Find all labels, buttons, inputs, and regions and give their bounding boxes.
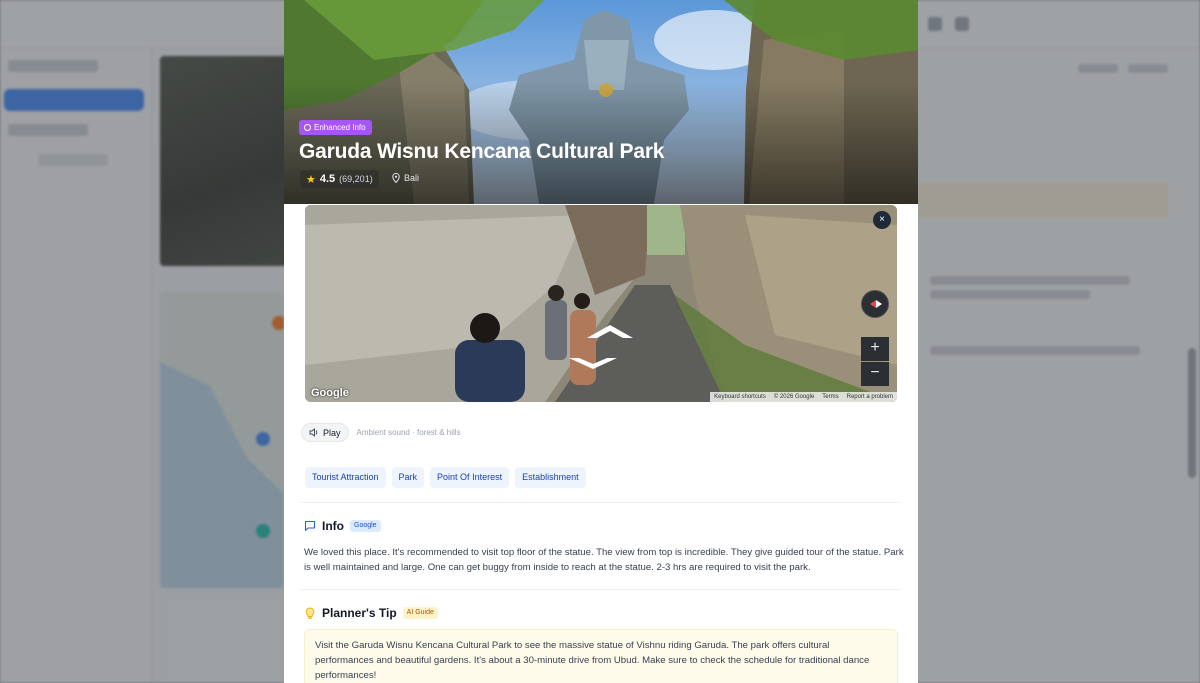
- street-view-panel[interactable]: × + − Google Keyboard shortcuts © 2026 G…: [305, 205, 897, 402]
- tip-box: Visit the Garuda Wisnu Kencana Cultural …: [304, 629, 898, 683]
- hero-gradient: [284, 0, 918, 204]
- google-source-badge: Google: [350, 520, 381, 532]
- zoom-out-button[interactable]: −: [861, 362, 889, 386]
- enhanced-info-label: Enhanced Info: [314, 123, 366, 132]
- tag-establishment[interactable]: Establishment: [515, 467, 586, 488]
- copyright-text: © 2026 Google: [773, 394, 815, 400]
- ai-guide-badge: AI Guide: [402, 607, 438, 619]
- play-label: Play: [323, 427, 341, 438]
- enhanced-info-badge: Enhanced Info: [299, 120, 372, 135]
- ambient-audio: Play Ambient sound · forest & hills: [301, 423, 461, 442]
- lightbulb-icon: [305, 607, 315, 619]
- tag-tourist-attraction[interactable]: Tourist Attraction: [305, 467, 386, 488]
- street-view-footer: Keyboard shortcuts © 2026 Google Terms R…: [710, 392, 897, 402]
- compass-needle: [870, 300, 882, 308]
- zoom-in-button[interactable]: +: [861, 337, 889, 361]
- report-problem-link[interactable]: Report a problem: [847, 394, 893, 400]
- location: Bali: [392, 173, 419, 183]
- chat-bubble-icon: [304, 520, 316, 532]
- tag-point-of-interest[interactable]: Point Of Interest: [430, 467, 510, 488]
- review-count: (69,201): [339, 174, 373, 184]
- tip-text: Visit the Garuda Wisnu Kencana Cultural …: [315, 640, 870, 681]
- hero-image: Enhanced Info Garuda Wisnu Kencana Cultu…: [284, 0, 918, 204]
- info-header: Info Google: [304, 519, 381, 533]
- tip-title: Planner's Tip: [322, 606, 397, 620]
- info-title: Info: [322, 519, 344, 533]
- terms-link[interactable]: Terms: [822, 394, 838, 400]
- close-icon[interactable]: ×: [873, 211, 891, 229]
- rating-score: 4.5: [319, 173, 336, 185]
- place-title: Garuda Wisnu Kencana Cultural Park: [299, 140, 665, 163]
- tip-header: Planner's Tip AI Guide: [304, 606, 438, 620]
- info-circle-icon: [304, 124, 311, 131]
- speaker-icon: [309, 428, 318, 437]
- map-pin-icon: [392, 173, 400, 183]
- star-icon: ★: [306, 173, 316, 186]
- category-tags: Tourist Attraction Park Point Of Interes…: [305, 467, 586, 488]
- google-logo: Google: [311, 387, 349, 399]
- section-divider: [301, 502, 901, 503]
- rating-pill: ★ 4.5 (69,201): [300, 170, 379, 188]
- street-view-image: [305, 205, 897, 402]
- compass-icon[interactable]: [861, 290, 889, 318]
- location-label: Bali: [404, 173, 420, 183]
- info-description: We loved this place. It's recommended to…: [304, 547, 904, 573]
- place-detail-modal: Enhanced Info Garuda Wisnu Kencana Cultu…: [284, 0, 918, 683]
- ambient-sound-description: Ambient sound · forest & hills: [356, 428, 461, 437]
- play-button[interactable]: Play: [301, 423, 349, 442]
- keyboard-shortcuts-link[interactable]: Keyboard shortcuts: [714, 394, 766, 400]
- tag-park[interactable]: Park: [391, 467, 425, 488]
- section-divider: [301, 589, 901, 590]
